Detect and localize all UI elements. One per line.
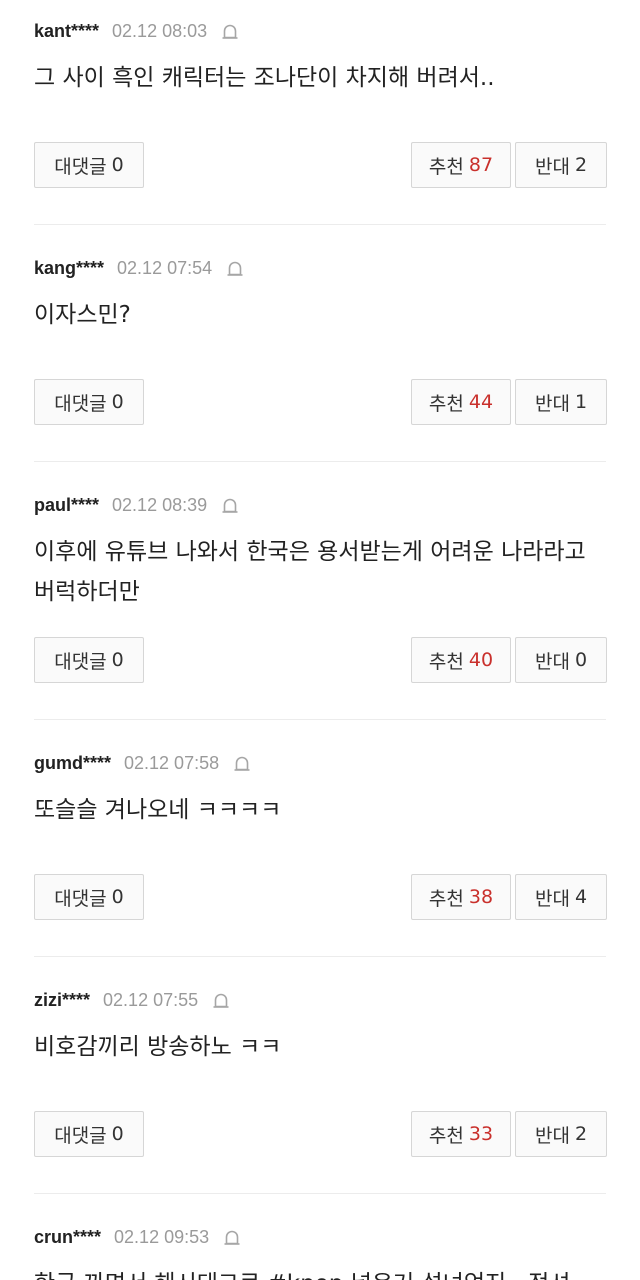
oppose-count: 4	[574, 886, 588, 908]
comment-date: 02.12 07:55	[103, 989, 199, 1010]
report-siren-icon[interactable]	[220, 21, 240, 41]
report-siren-icon[interactable]	[232, 753, 252, 773]
comment-text: 이자스민?	[34, 302, 131, 328]
recommend-button[interactable]: 추천 38	[411, 874, 511, 920]
oppose-button[interactable]: 반대 4	[515, 874, 607, 920]
comment-meta: crun**** 02.12 09:53	[34, 1224, 242, 1250]
oppose-count: 0	[574, 649, 588, 671]
report-siren-icon[interactable]	[211, 990, 231, 1010]
oppose-button[interactable]: 반대 0	[515, 637, 607, 683]
comment-username[interactable]: kant****	[34, 21, 99, 42]
reply-label: 대댓글	[54, 650, 107, 673]
oppose-label: 반대	[534, 392, 570, 415]
recommend-label: 추천	[428, 887, 464, 910]
oppose-button[interactable]: 반대 1	[515, 379, 607, 425]
comment-username[interactable]: gumd****	[34, 753, 111, 774]
oppose-count: 2	[574, 1123, 588, 1145]
oppose-button[interactable]: 반대 2	[515, 1111, 607, 1157]
reply-count: 0	[111, 886, 124, 908]
reply-button[interactable]: 대댓글 0	[34, 637, 144, 683]
reply-button[interactable]: 대댓글 0	[34, 874, 144, 920]
comment-meta: kang**** 02.12 07:54	[34, 255, 245, 281]
comment-item: paul**** 02.12 08:39 이후에 유튜브 나와서 한국은 용서받…	[0, 474, 640, 720]
recommend-label: 추천	[428, 1124, 464, 1147]
reply-label: 대댓글	[54, 392, 107, 415]
comment-meta: kant**** 02.12 08:03	[34, 18, 240, 44]
comment-meta: zizi**** 02.12 07:55	[34, 987, 231, 1013]
report-siren-icon[interactable]	[225, 258, 245, 278]
oppose-count: 2	[574, 154, 588, 176]
comment-item: gumd**** 02.12 07:58 또슬슬 겨나오네 ㅋㅋㅋㅋ 대댓글 0 …	[0, 732, 640, 968]
comment-meta: paul**** 02.12 08:39	[34, 492, 240, 518]
reply-count: 0	[111, 1123, 124, 1145]
comment-username[interactable]: paul****	[34, 495, 99, 516]
comment-text: 또슬슬 겨나오네 ㅋㅋㅋㅋ	[34, 797, 282, 823]
comment-divider	[34, 956, 606, 957]
comment-item: kang**** 02.12 07:54 이자스민? 대댓글 0 추천 44 반대 1	[0, 237, 640, 473]
recommend-button[interactable]: 추천 44	[411, 379, 511, 425]
recommend-button[interactable]: 추천 87	[411, 142, 511, 188]
oppose-button[interactable]: 반대 2	[515, 142, 607, 188]
comment-username[interactable]: crun****	[34, 1227, 101, 1248]
comment-divider	[34, 1193, 606, 1194]
recommend-button[interactable]: 추천 40	[411, 637, 511, 683]
oppose-label: 반대	[534, 155, 570, 178]
oppose-label: 반대	[534, 887, 570, 910]
reply-count: 0	[111, 391, 124, 413]
reply-label: 대댓글	[54, 887, 107, 910]
comment-divider	[34, 224, 606, 225]
recommend-count: 38	[468, 886, 494, 908]
comment-username[interactable]: zizi****	[34, 990, 90, 1011]
recommend-label: 추천	[428, 650, 464, 673]
comment-date: 02.12 08:39	[112, 494, 208, 515]
recommend-count: 33	[468, 1123, 494, 1145]
comment-date: 02.12 07:54	[117, 257, 213, 278]
reply-count: 0	[111, 154, 124, 176]
comment-item: crun**** 02.12 09:53 한국 까면서 해시태그로 #kpop …	[0, 1206, 640, 1280]
comment-divider	[34, 719, 606, 720]
recommend-count: 87	[468, 154, 494, 176]
oppose-label: 반대	[534, 1124, 570, 1147]
comment-item: kant**** 02.12 08:03 그 사이 흑인 캐릭터는 조나단이 차…	[0, 0, 640, 236]
comment-date: 02.12 08:03	[112, 20, 208, 41]
comment-text: 비호감끼리 방송하노 ㅋㅋ	[34, 1034, 282, 1060]
recommend-count: 40	[468, 649, 494, 671]
reply-button[interactable]: 대댓글 0	[34, 379, 144, 425]
comment-text: 이후에 유튜브 나와서 한국은 용서받는게 어려운 나라라고 버럭하더만	[34, 539, 586, 605]
comment-username[interactable]: kang****	[34, 258, 104, 279]
comment-item: zizi**** 02.12 07:55 비호감끼리 방송하노 ㅋㅋ 대댓글 0 …	[0, 969, 640, 1205]
reply-label: 대댓글	[54, 155, 107, 178]
reply-button[interactable]: 대댓글 0	[34, 1111, 144, 1157]
recommend-label: 추천	[428, 392, 464, 415]
oppose-label: 반대	[534, 650, 570, 673]
comment-date: 02.12 07:58	[124, 752, 220, 773]
report-siren-icon[interactable]	[222, 1227, 242, 1247]
comment-text: 그 사이 흑인 캐릭터는 조나단이 차지해 버려서..	[34, 65, 495, 91]
reply-button[interactable]: 대댓글 0	[34, 142, 144, 188]
recommend-label: 추천	[428, 155, 464, 178]
comment-date: 02.12 09:53	[114, 1226, 210, 1247]
recommend-button[interactable]: 추천 33	[411, 1111, 511, 1157]
report-siren-icon[interactable]	[220, 495, 240, 515]
reply-count: 0	[111, 649, 124, 671]
reply-label: 대댓글	[54, 1124, 107, 1147]
comment-text: 한국 까면서 해시태그로 #kpop 넣은거 설녀얻지.. 정셔	[34, 1264, 614, 1280]
recommend-count: 44	[468, 391, 494, 413]
oppose-count: 1	[574, 391, 588, 413]
comment-meta: gumd**** 02.12 07:58	[34, 750, 252, 776]
comment-divider	[34, 461, 606, 462]
